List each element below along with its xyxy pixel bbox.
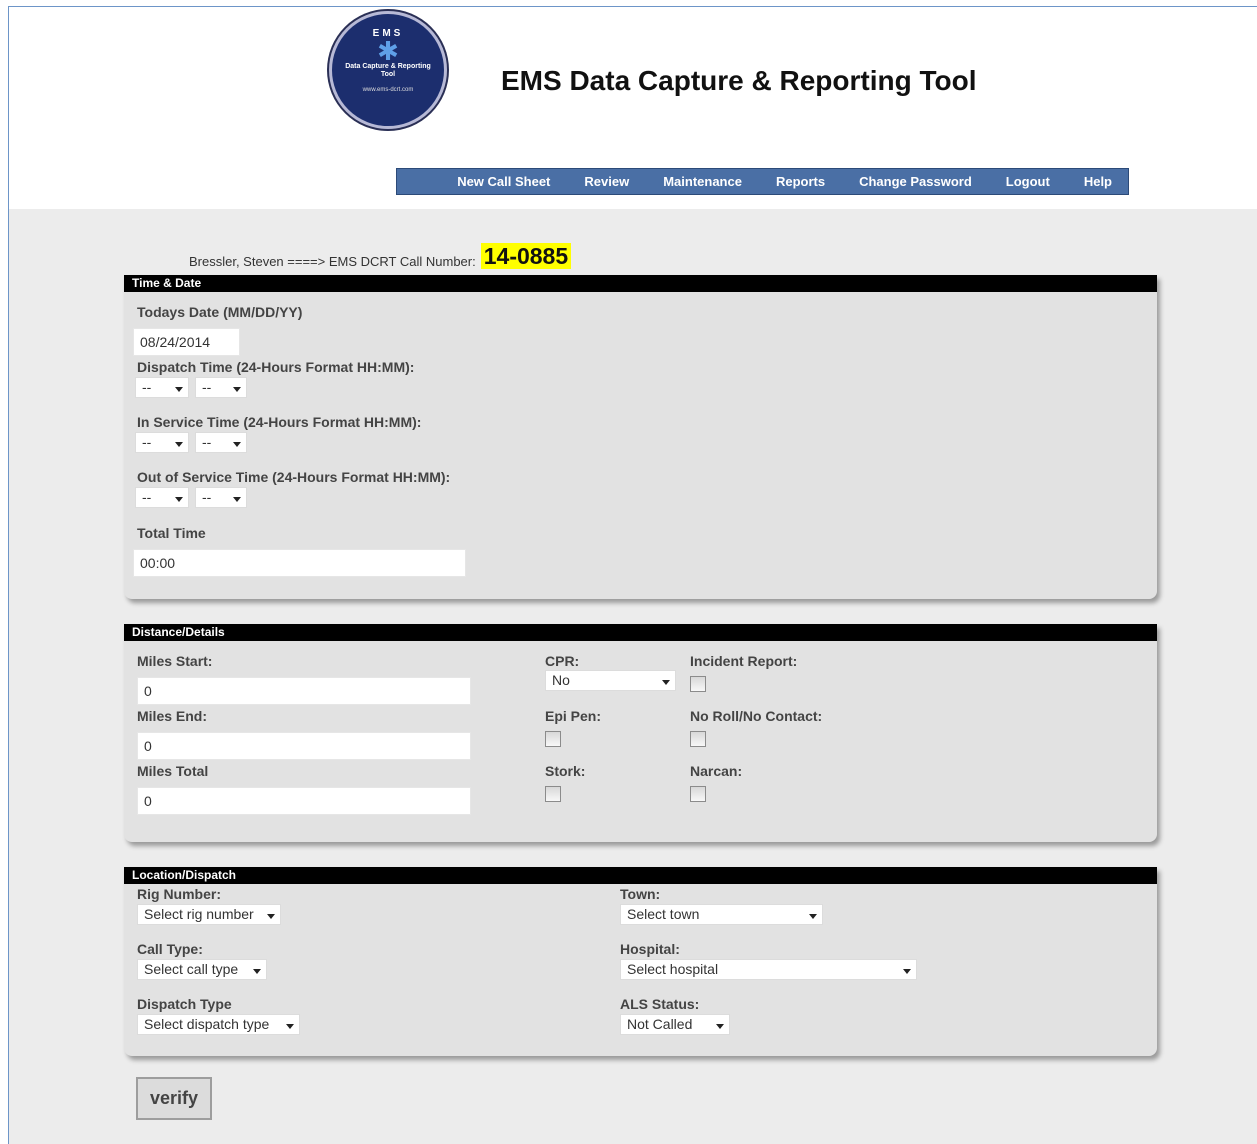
call-type-value: Select call type <box>144 961 239 977</box>
chevron-down-icon <box>716 1024 724 1029</box>
chevron-down-icon <box>175 387 183 392</box>
miles-start-label: Miles Start: <box>137 653 213 669</box>
nav-help[interactable]: Help <box>1084 174 1112 189</box>
nav-logout[interactable]: Logout <box>1006 174 1050 189</box>
in-service-minute-select[interactable]: -- <box>195 432 247 453</box>
out-service-minute-select[interactable]: -- <box>195 487 247 508</box>
location-dispatch-panel: Location/Dispatch Rig Number: Select rig… <box>124 867 1157 1056</box>
als-status-label: ALS Status: <box>620 996 700 1012</box>
nav-new-call-sheet[interactable]: New Call Sheet <box>457 174 550 189</box>
narcan-checkbox[interactable] <box>690 786 706 802</box>
out-service-hour-select[interactable]: -- <box>135 487 189 508</box>
chevron-down-icon <box>233 497 241 502</box>
chevron-down-icon <box>233 387 241 392</box>
dispatch-type-value: Select dispatch type <box>144 1016 270 1032</box>
caller-info: Bressler, Steven ====> EMS DCRT Call Num… <box>189 243 572 269</box>
town-value: Select town <box>627 906 700 922</box>
epi-pen-checkbox[interactable] <box>545 731 561 747</box>
chevron-down-icon <box>175 442 183 447</box>
caller-name-text: Bressler, Steven ====> EMS DCRT Call Num… <box>189 254 476 269</box>
rig-number-label: Rig Number: <box>137 886 221 902</box>
out-service-hour-value: -- <box>142 489 152 505</box>
cpr-label: CPR: <box>545 653 580 669</box>
stork-label: Stork: <box>545 763 586 779</box>
chevron-down-icon <box>809 914 817 919</box>
stork-checkbox[interactable] <box>545 786 561 802</box>
page-frame: EMS ✱ Data Capture & Reporting Tool www.… <box>8 6 1257 1144</box>
miles-start-input[interactable]: 0 <box>137 677 471 705</box>
dispatch-minute-select[interactable]: -- <box>195 377 247 398</box>
out-service-minute-value: -- <box>202 489 212 505</box>
todays-date-label: Todays Date (MM/DD/YY) <box>137 304 303 320</box>
narcan-label: Narcan: <box>690 763 743 779</box>
logo-text-url: www.ems-dcrt.com <box>362 87 414 93</box>
chevron-down-icon <box>267 914 275 919</box>
town-select[interactable]: Select town <box>620 904 823 925</box>
incident-report-checkbox[interactable] <box>690 676 706 692</box>
chevron-down-icon <box>175 497 183 502</box>
distance-details-title: Distance/Details <box>124 624 1157 641</box>
total-time-label: Total Time <box>137 525 206 541</box>
miles-end-input[interactable]: 0 <box>137 732 471 760</box>
hospital-label: Hospital: <box>620 941 680 957</box>
nav-reports[interactable]: Reports <box>776 174 825 189</box>
rig-number-select[interactable]: Select rig number <box>137 904 281 925</box>
dispatch-type-select[interactable]: Select dispatch type <box>137 1014 300 1035</box>
dispatch-hour-value: -- <box>142 379 152 395</box>
dispatch-hour-select[interactable]: -- <box>135 377 189 398</box>
miles-end-label: Miles End: <box>137 708 208 724</box>
cpr-select-value: No <box>552 672 570 688</box>
als-status-value: Not Called <box>627 1016 693 1032</box>
chevron-down-icon <box>662 680 670 685</box>
in-service-minute-value: -- <box>202 434 212 450</box>
in-service-hour-select[interactable]: -- <box>135 432 189 453</box>
chevron-down-icon <box>903 969 911 974</box>
todays-date-input[interactable]: 08/24/2014 <box>133 328 240 356</box>
chevron-down-icon <box>233 442 241 447</box>
in-service-hour-value: -- <box>142 434 152 450</box>
nav-change-password[interactable]: Change Password <box>859 174 972 189</box>
cpr-select[interactable]: No <box>545 670 676 691</box>
miles-total-input[interactable]: 0 <box>137 787 471 815</box>
logo-text-subtitle: Data Capture & Reporting Tool <box>345 63 431 78</box>
ems-logo: EMS ✱ Data Capture & Reporting Tool www.… <box>329 11 447 129</box>
location-dispatch-title: Location/Dispatch <box>124 867 1157 884</box>
verify-button[interactable]: verify <box>136 1077 212 1120</box>
time-date-title: Time & Date <box>124 275 1157 292</box>
no-roll-no-contact-label: No Roll/No Contact: <box>690 708 823 724</box>
dispatch-type-label: Dispatch Type <box>137 996 232 1012</box>
call-type-label: Call Type: <box>137 941 203 957</box>
in-service-time-label: In Service Time (24-Hours Format HH:MM): <box>137 414 422 430</box>
app-title: EMS Data Capture & Reporting Tool <box>501 65 977 96</box>
chevron-down-icon <box>286 1024 294 1029</box>
call-number: 14-0885 <box>480 243 572 269</box>
total-time-input[interactable]: 00:00 <box>133 549 466 577</box>
call-type-select[interactable]: Select call type <box>137 959 267 980</box>
nav-bar: New Call Sheet Review Maintenance Report… <box>396 168 1129 195</box>
hospital-value: Select hospital <box>627 961 719 977</box>
nav-review[interactable]: Review <box>584 174 629 189</box>
chevron-down-icon <box>253 969 261 974</box>
time-date-panel: Time & Date Todays Date (MM/DD/YY) 08/24… <box>124 275 1157 599</box>
als-status-select[interactable]: Not Called <box>620 1014 730 1035</box>
rig-number-value: Select rig number <box>144 906 254 922</box>
nav-maintenance[interactable]: Maintenance <box>663 174 742 189</box>
header: EMS ✱ Data Capture & Reporting Tool www.… <box>9 7 1257 209</box>
incident-report-label: Incident Report: <box>690 653 798 669</box>
town-label: Town: <box>620 886 661 902</box>
out-service-time-label: Out of Service Time (24-Hours Format HH:… <box>137 469 451 485</box>
dispatch-time-label: Dispatch Time (24-Hours Format HH:MM): <box>137 359 415 375</box>
dispatch-minute-value: -- <box>202 379 212 395</box>
miles-total-label: Miles Total <box>137 763 209 779</box>
star-of-life-icon: ✱ <box>377 36 399 66</box>
no-roll-no-contact-checkbox[interactable] <box>690 731 706 747</box>
epi-pen-label: Epi Pen: <box>545 708 602 724</box>
hospital-select[interactable]: Select hospital <box>620 959 917 980</box>
distance-details-panel: Distance/Details Miles Start: 0 Miles En… <box>124 624 1157 842</box>
